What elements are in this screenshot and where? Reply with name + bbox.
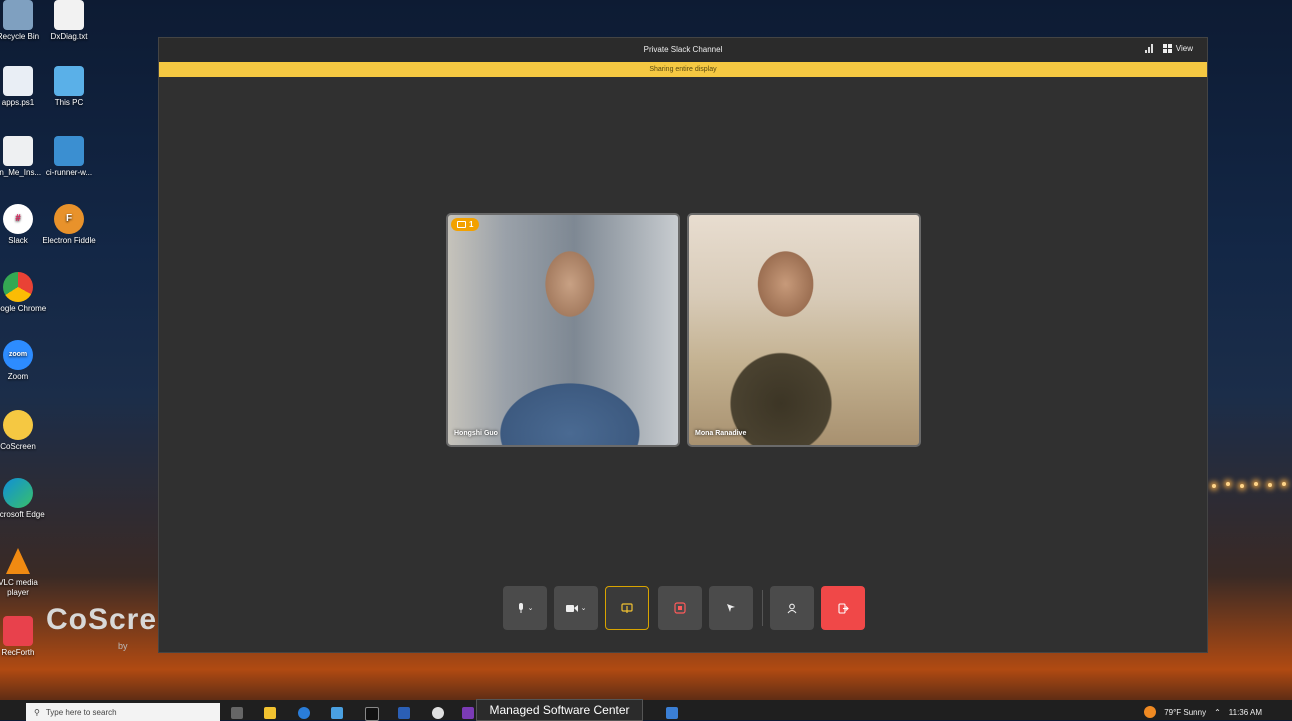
taskbar-tooltip: Managed Software Center [476,699,643,721]
view-label: View [1175,44,1193,53]
edge-icon [3,478,33,508]
coscreen-icon [3,410,33,440]
microphone-icon [518,602,523,613]
sharing-banner: Sharing entire display [159,62,1207,77]
pointer-button[interactable] [709,586,753,630]
script-file-icon [3,66,33,96]
desktop-icon-dxdiag[interactable]: DxDiag.txt [38,0,100,42]
slack-taskbar-icon[interactable] [432,707,444,719]
desktop-icon-label: This PC [54,98,84,107]
toolbar-divider [762,590,763,626]
view-button[interactable]: View [1162,44,1193,54]
desktop-icon-recforth[interactable]: RecForth [0,616,49,658]
vlc-icon [3,546,33,576]
desktop-icon-label: Microsoft Edge [0,510,45,519]
desktop-icon-label: Electron Fiddle [42,236,96,245]
desktop-icon-ci-runner[interactable]: ci-runner-w... [38,136,100,178]
camera-icon [565,604,578,612]
camera-button[interactable]: ⌄ [554,586,598,630]
desktop-icon-vlc[interactable]: VLC media player [0,546,49,598]
search-icon: ⚲ [34,707,40,717]
desktop-icon-label: VLC media player [0,578,38,597]
add-user-icon [787,603,796,613]
coscreen-brand-text: CoScre [46,603,158,636]
add-participant-button[interactable] [770,586,814,630]
electron-fiddle-icon: F [54,204,84,234]
powershell-taskbar-icon[interactable] [398,707,410,719]
window-titlebar[interactable]: Private Slack Channel View [159,38,1207,62]
screen-share-count: 1 [469,220,474,229]
time[interactable]: 11:36 AM [1229,708,1262,717]
chevron-down-icon[interactable]: ⌄ [581,604,587,612]
system-tray: 79°F Sunny ⌃ 11:36 AM [1144,706,1262,718]
weather-icon [1144,706,1157,718]
desktop-icon-this-pc[interactable]: This PC [38,66,100,108]
weather-text[interactable]: 79°F Sunny [1164,708,1206,717]
desktop-icon-chrome[interactable]: Google Chrome [0,272,49,314]
network-computer-icon [54,136,84,166]
share-screen-button[interactable] [605,586,649,630]
coscreen-window: Private Slack Channel View Sharing entir… [158,37,1208,653]
participant-name: Hongshi Guo [454,430,498,437]
desktop-icon-label: CoScreen [0,442,36,451]
desktop-icon-label: apps.ps1 [1,98,35,107]
task-view-icon[interactable] [231,707,243,719]
desktop-icon-label: Google Chrome [0,304,47,313]
desktop-icon-electron-fiddle[interactable]: F Electron Fiddle [38,204,100,246]
desktop-icon-edge[interactable]: Microsoft Edge [0,478,49,520]
onenote-taskbar-icon[interactable] [462,707,474,719]
chrome-icon [3,272,33,302]
chevron-up-icon[interactable]: ⌃ [1214,708,1221,717]
chevron-down-icon[interactable]: ⌄ [528,604,534,612]
edge-taskbar-icon[interactable] [298,707,310,719]
participant-tile-hongshi-guo[interactable]: 1 Hongshi Guo [446,213,680,447]
stop-share-icon [674,602,686,614]
cursor-icon [727,604,735,612]
zoom-icon: zoom [3,340,33,370]
app-taskbar-icon[interactable] [331,707,343,719]
file-explorer-icon[interactable] [264,707,276,719]
recforth-icon [3,616,33,646]
recycle-bin-icon [3,0,33,30]
signal-strength-icon [1144,44,1153,54]
desktop-icon-label: DxDiag.txt [50,32,88,41]
search-placeholder: Type here to search [45,707,117,717]
microphone-button[interactable]: ⌄ [503,586,547,630]
city-lights-decoration [1208,478,1292,502]
participant-name: Mona Ranadive [695,430,747,437]
text-file-icon [54,0,84,30]
stop-sharing-button[interactable] [658,586,702,630]
terminal-taskbar-icon[interactable] [365,707,379,721]
desktop-icon-label: Slack [8,236,28,245]
desktop-icon-label: RecForth [1,648,35,657]
desktop-icon-label: ci-runner-w... [45,168,93,177]
app-taskbar-icon[interactable] [666,707,678,719]
slack-icon: # [3,204,33,234]
desktop-icon-zoom[interactable]: zoom Zoom [0,340,49,382]
coscreen-brand-subtext: by [118,641,128,651]
taskbar-search-box[interactable]: ⚲ Type here to search [26,703,220,721]
participant-tile-mona-ranadive[interactable]: Mona Ranadive [687,213,921,447]
desktop-icon-coscreen[interactable]: CoScreen [0,410,49,452]
desktop-icon-label: Zoom [7,372,29,381]
window-title: Private Slack Channel [643,45,723,54]
screen-share-count-badge[interactable]: 1 [451,218,480,231]
desktop-icon-label: un_Me_Ins... [0,168,42,177]
leave-call-button[interactable] [821,586,865,630]
grid-view-icon [1162,44,1172,54]
share-screen-icon [621,602,633,613]
screen-share-icon [457,221,466,228]
windows-taskbar: ⚲ Type here to search 79°F Sunny ⌃ 11:36… [0,700,1292,721]
settings-file-icon [3,136,33,166]
exit-icon [837,602,849,614]
computer-icon [54,66,84,96]
call-toolbar: ⌄ ⌄ [159,586,1207,630]
desktop-icon-label: Recycle Bin [0,32,40,41]
